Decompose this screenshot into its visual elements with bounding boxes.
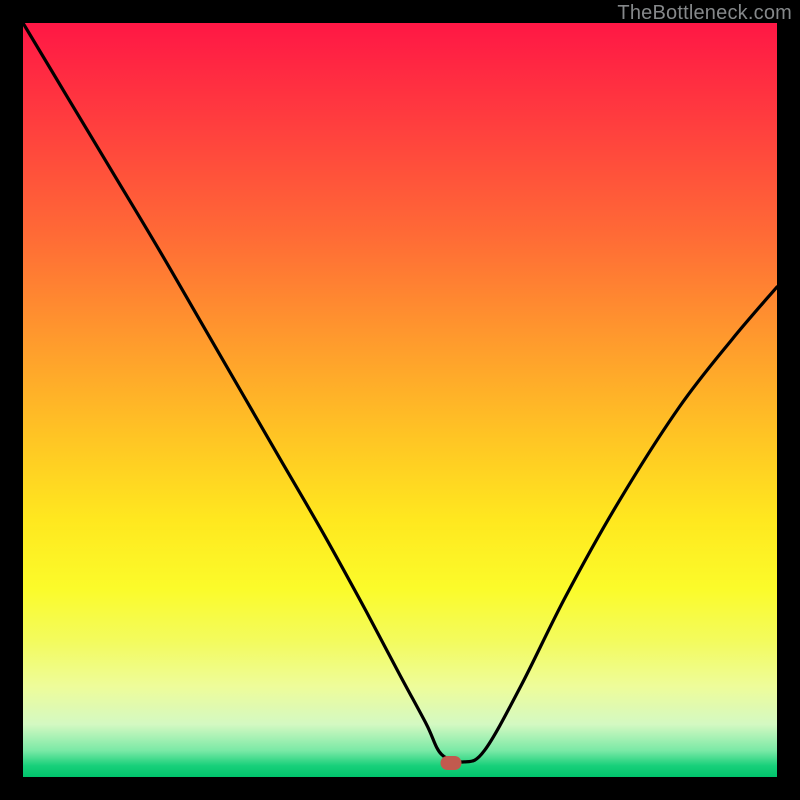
chart-frame: TheBottleneck.com — [0, 0, 800, 800]
bottleneck-curve-path — [23, 23, 777, 762]
optimum-marker — [441, 756, 462, 770]
plot-area — [23, 23, 777, 777]
bottleneck-curve-svg — [23, 23, 777, 777]
watermark-text: TheBottleneck.com — [617, 2, 792, 25]
